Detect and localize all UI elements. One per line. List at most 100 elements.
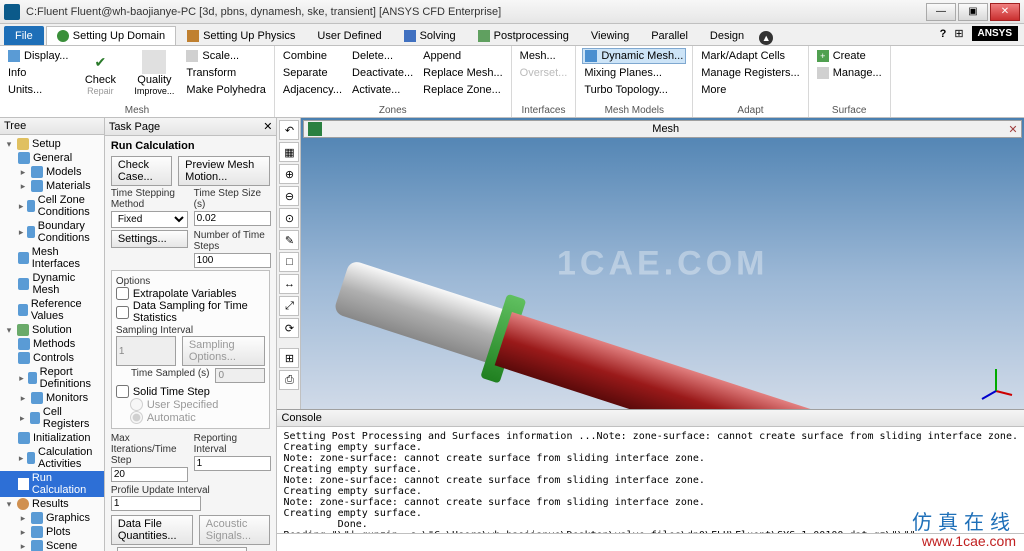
help-icon[interactable]: ? (940, 28, 947, 40)
mark-adapt-button[interactable]: Mark/Adapt Cells (699, 48, 801, 64)
tab-viewing[interactable]: Viewing (580, 26, 640, 45)
time-step-size-input[interactable] (194, 211, 271, 226)
maximize-button[interactable]: ▣ (958, 3, 988, 21)
info-button[interactable]: Info (6, 65, 70, 81)
tree-general[interactable]: General (0, 151, 104, 165)
append-button[interactable]: Append (421, 48, 504, 64)
tree-reference-values[interactable]: Reference Values (0, 297, 104, 323)
tree-boundary[interactable]: ▸Boundary Conditions (0, 219, 104, 245)
fit-view-button[interactable]: ▦ (279, 142, 299, 162)
quality-button[interactable]: QualityImprove... (130, 48, 178, 98)
time-step-size-label: Time Step Size (s) (194, 188, 271, 210)
print-button[interactable]: ⎙ (279, 370, 299, 390)
page-watermark: 仿真在线 www.1cae.com (912, 512, 1016, 549)
page-icon (18, 152, 30, 164)
tree-dynamic-mesh[interactable]: Dynamic Mesh (0, 271, 104, 297)
viewport-close-icon[interactable]: ✕ (1005, 123, 1021, 136)
tree-mesh-interfaces[interactable]: Mesh Interfaces (0, 245, 104, 271)
overset-button[interactable]: Overset... (518, 65, 570, 81)
zoom-area-button[interactable]: ⊙ (279, 208, 299, 228)
roll-button[interactable]: ⟳ (279, 318, 299, 338)
tab-setting-up-domain[interactable]: Setting Up Domain (46, 26, 176, 45)
viewport-3d[interactable]: Mesh ✕ 1CAE.COM (301, 118, 1024, 409)
tree-run-calculation[interactable]: Run Calculation (0, 471, 104, 497)
polyhedra-button[interactable]: Make Polyhedra (184, 82, 268, 98)
profile-update-input[interactable] (111, 496, 201, 511)
undo-view-button[interactable]: ↶ (279, 120, 299, 140)
tree-cell-registers[interactable]: ▸Cell Registers (0, 405, 104, 431)
interface-icon (18, 252, 29, 264)
rotate-button[interactable]: ⤢ (279, 296, 299, 316)
tree-solution[interactable]: ▾Solution (0, 323, 104, 337)
tab-file[interactable]: File (4, 26, 44, 45)
adapt-more-button[interactable]: More (699, 82, 801, 98)
display-button[interactable]: Display... (6, 48, 70, 64)
activate-button[interactable]: Activate... (350, 82, 415, 98)
tree-cell-zone[interactable]: ▸Cell Zone Conditions (0, 193, 104, 219)
tree-initialization[interactable]: Initialization (0, 431, 104, 445)
manage-registers-button[interactable]: Manage Registers... (699, 65, 801, 81)
tree-plots[interactable]: ▸Plots (0, 525, 104, 539)
replace-mesh-button[interactable]: Replace Mesh... (421, 65, 504, 81)
tree-materials[interactable]: ▸Materials (0, 179, 104, 193)
time-stepping-method-select[interactable]: Fixed (111, 211, 188, 228)
tree-setup[interactable]: ▾Setup (0, 137, 104, 151)
units-button[interactable]: Units... (6, 82, 70, 98)
max-iter-input[interactable] (111, 467, 188, 482)
num-time-steps-input[interactable] (194, 253, 271, 268)
page-icon (31, 540, 43, 551)
data-sampling-checkbox[interactable]: Data Sampling for Time Statistics (116, 300, 266, 324)
delete-button[interactable]: Delete... (350, 48, 415, 64)
tree-results[interactable]: ▾Results (0, 497, 104, 511)
dynamic-mesh-button[interactable]: Dynamic Mesh... (582, 48, 686, 64)
pan-button[interactable]: ↔ (279, 274, 299, 294)
tree-methods[interactable]: Methods (0, 337, 104, 351)
mixing-planes-button[interactable]: Mixing Planes... (582, 65, 686, 81)
solid-time-step-checkbox[interactable]: Solid Time Step (116, 385, 266, 398)
mesh-interfaces-button[interactable]: Mesh... (518, 48, 570, 64)
tree-report-definitions[interactable]: ▸Report Definitions (0, 365, 104, 391)
select-button[interactable]: □ (279, 252, 299, 272)
tree-monitors[interactable]: ▸Monitors (0, 391, 104, 405)
manage-surface-button[interactable]: Manage... (815, 65, 884, 81)
tree-models[interactable]: ▸Models (0, 165, 104, 179)
tab-parallel[interactable]: Parallel (640, 26, 699, 45)
minimize-button[interactable]: — (926, 3, 956, 21)
combine-button[interactable]: Combine (281, 48, 344, 64)
zoom-out-button[interactable]: ⊖ (279, 186, 299, 206)
check-case-button[interactable]: Check Case... (111, 156, 172, 186)
layout-icon[interactable]: ⊞ (954, 27, 963, 40)
tab-user-defined[interactable]: User Defined (306, 26, 392, 45)
collapse-ribbon-icon[interactable]: ▲ (759, 31, 773, 45)
preview-mesh-button[interactable]: Preview Mesh Motion... (178, 156, 270, 186)
task-close-icon[interactable]: ✕ (263, 120, 272, 133)
tab-design[interactable]: Design (699, 26, 755, 45)
data-file-quantities-button[interactable]: Data File Quantities... (111, 515, 193, 545)
axis-triad-icon (976, 361, 1016, 401)
tree-graphics[interactable]: ▸Graphics (0, 511, 104, 525)
automatic-radio: Automatic (116, 411, 266, 424)
tab-postprocessing[interactable]: Postprocessing (467, 26, 580, 45)
settings-button[interactable]: Settings... (111, 230, 188, 248)
extrapolate-checkbox[interactable]: Extrapolate Variables (116, 287, 266, 300)
tree-scene[interactable]: ▸Scene (0, 539, 104, 551)
zoom-in-button[interactable]: ⊕ (279, 164, 299, 184)
check-button[interactable]: ✔CheckRepair (76, 48, 124, 98)
probe-button[interactable]: ✎ (279, 230, 299, 250)
close-button[interactable]: ✕ (990, 3, 1020, 21)
separate-button[interactable]: Separate (281, 65, 344, 81)
tree-calc-activities[interactable]: ▸Calculation Activities (0, 445, 104, 471)
report-interval-input[interactable] (194, 456, 271, 471)
layout-button[interactable]: ⊞ (279, 348, 299, 368)
replace-zone-button[interactable]: Replace Zone... (421, 82, 504, 98)
tab-setting-up-physics[interactable]: Setting Up Physics (176, 26, 306, 45)
tab-solving[interactable]: Solving (393, 26, 467, 45)
tree-controls[interactable]: Controls (0, 351, 104, 365)
transform-button[interactable]: Transform (184, 65, 268, 81)
turbo-topology-button[interactable]: Turbo Topology... (582, 82, 686, 98)
create-surface-button[interactable]: +Create (815, 48, 884, 64)
solving-icon (404, 30, 416, 42)
deactivate-button[interactable]: Deactivate... (350, 65, 415, 81)
adjacency-button[interactable]: Adjacency... (281, 82, 344, 98)
scale-button[interactable]: Scale... (184, 48, 268, 64)
